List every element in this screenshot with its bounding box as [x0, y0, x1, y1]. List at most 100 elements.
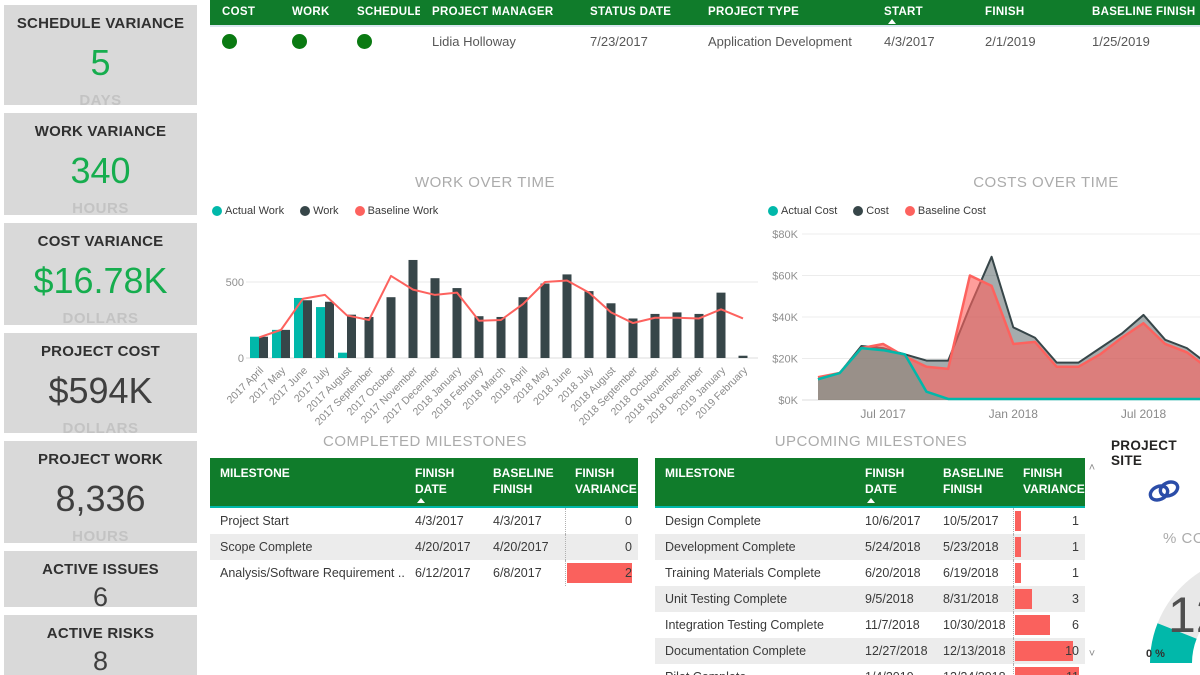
table-row[interactable]: Design Complete10/6/201710/5/20171 [655, 508, 1085, 534]
legend-item-baseline-cost[interactable]: Baseline Cost [905, 205, 986, 217]
variance-data-bar [1015, 589, 1032, 609]
baseline-finish-cell: 4/20/2017 [483, 534, 565, 560]
kpi-card-project-cost[interactable]: PROJECT COST $594K DOLLARS [4, 333, 197, 433]
upcoming-milestones-header: MILESTONE FINISHDATE BASELINEFINISH FINI… [655, 458, 1085, 508]
variance-data-bar [1015, 563, 1021, 583]
table-row[interactable]: Scope Complete4/20/20174/20/20170 [210, 534, 638, 560]
scroll-down-icon[interactable]: ˅ [1086, 648, 1098, 660]
table-row[interactable]: Documentation Complete12/27/201812/13/20… [655, 638, 1085, 664]
legend-item-actual-work[interactable]: Actual Work [212, 205, 284, 217]
column-header-baseline-finish[interactable]: BASELINEFINISH [933, 458, 1013, 506]
column-header-work[interactable]: WORK [280, 0, 345, 25]
milestone-cell: Project Start [210, 508, 405, 534]
table-row[interactable]: Unit Testing Complete9/5/20188/31/20183 [655, 586, 1085, 612]
table-row[interactable]: Training Materials Complete6/20/20186/19… [655, 560, 1085, 586]
finish-date-cell: 11/7/2018 [855, 612, 933, 638]
kpi-card-schedule-variance[interactable]: SCHEDULE VARIANCE 5 DAYS [4, 5, 197, 105]
finish-variance-cell: 1 [1013, 560, 1085, 586]
column-header-label: START [884, 6, 923, 18]
finish-variance-cell: 10 [1013, 638, 1085, 664]
kpi-title: ACTIVE ISSUES [4, 561, 197, 578]
table-row[interactable]: Analysis/Software Requirement ...6/12/20… [210, 560, 638, 586]
column-header-schedule[interactable]: SCHEDULE [345, 0, 420, 25]
column-header-project-manager[interactable]: PROJECT MANAGER [420, 0, 578, 25]
costs-chart-legend: Actual Cost Cost Baseline Cost [768, 205, 986, 217]
legend-item-cost[interactable]: Cost [853, 205, 889, 217]
kpi-value: 5 [4, 42, 197, 84]
column-header-finish[interactable]: FINISH [973, 0, 1080, 25]
finish-cell: 2/1/2019 [973, 27, 1080, 57]
kpi-unit: DAYS [4, 92, 197, 109]
column-header-status-date[interactable]: STATUS DATE [578, 0, 696, 25]
column-header-label: BASELINE [943, 466, 1004, 480]
costs-over-time-title: COSTS OVER TIME [766, 174, 1200, 191]
finish-variance-cell: 3 [1013, 586, 1085, 612]
legend-label: Cost [866, 205, 889, 217]
project-site-title: PROJECT SITE [1111, 438, 1200, 468]
kpi-card-work-variance[interactable]: WORK VARIANCE 340 HOURS [4, 113, 197, 215]
column-header-finish-variance[interactable]: FINISHVARIANCE [565, 458, 638, 506]
project-table-row[interactable]: Lidia Holloway 7/23/2017 Application Dev… [210, 27, 1200, 57]
finish-variance-value: 1 [1072, 566, 1079, 580]
costs-over-time-chart[interactable]: $0K$20K$40K$60K$80KJul 2017Jan 2018Jul 2… [766, 228, 1200, 428]
table-row[interactable]: Integration Testing Complete11/7/201810/… [655, 612, 1085, 638]
column-header-finish-variance[interactable]: FINISHVARIANCE [1013, 458, 1085, 506]
finish-variance-cell: 11 [1013, 664, 1085, 675]
svg-text:500: 500 [226, 277, 244, 289]
svg-text:$80K: $80K [772, 229, 798, 241]
table-row[interactable]: Development Complete5/24/20185/23/20181 [655, 534, 1085, 560]
kpi-card-active-issues[interactable]: ACTIVE ISSUES 6 [4, 551, 197, 607]
finish-variance-value: 1 [1072, 514, 1079, 528]
kpi-value: 8 [4, 646, 197, 675]
legend-label: Actual Work [225, 205, 284, 217]
cost-status-cell [210, 27, 280, 57]
column-header-label: FINISH [415, 466, 454, 480]
finish-date-cell: 12/27/2018 [855, 638, 933, 664]
variance-data-bar [1015, 615, 1050, 635]
work-over-time-chart[interactable]: 50002017 April2017 May2017 June2017 July… [210, 228, 760, 443]
column-header-label: MILESTONE [220, 466, 290, 480]
column-header-finish-date[interactable]: FINISHDATE [855, 458, 933, 506]
svg-text:$60K: $60K [772, 271, 798, 283]
kpi-card-cost-variance[interactable]: COST VARIANCE $16.78K DOLLARS [4, 223, 197, 325]
finish-variance-value: 1 [1072, 540, 1079, 554]
column-header-label: MILESTONE [665, 466, 735, 480]
gauge-min-label: 0 % [1146, 648, 1165, 660]
finish-date-cell: 5/24/2018 [855, 534, 933, 560]
column-header-project-type[interactable]: PROJECT TYPE [696, 0, 872, 25]
column-header-baseline-finish[interactable]: BASELINE FINISH [1080, 0, 1200, 25]
link-icon[interactable] [1146, 476, 1182, 506]
kpi-value: 6 [4, 582, 197, 613]
table-row[interactable]: Pilot Complete1/4/201912/24/201811 [655, 664, 1085, 675]
finish-variance-value: 10 [1065, 644, 1079, 658]
finish-variance-cell: 6 [1013, 612, 1085, 638]
legend-item-baseline-work[interactable]: Baseline Work [355, 205, 439, 217]
column-header-cost[interactable]: COST [210, 0, 280, 25]
table-row[interactable]: Project Start4/3/20174/3/20170 [210, 508, 638, 534]
column-header-baseline-finish[interactable]: BASELINEFINISH [483, 458, 565, 506]
column-header-milestone[interactable]: MILESTONE [210, 458, 405, 506]
upcoming-milestones-table: Design Complete10/6/201710/5/20171Develo… [655, 508, 1085, 675]
column-header-milestone[interactable]: MILESTONE [655, 458, 855, 506]
column-header-label: FINISH [493, 482, 532, 496]
baseline-finish-cell: 6/8/2017 [483, 560, 565, 586]
svg-text:$0K: $0K [778, 395, 798, 407]
column-header-finish-date[interactable]: FINISHDATE [405, 458, 483, 506]
finish-date-cell: 6/12/2017 [405, 560, 483, 586]
scroll-up-icon[interactable]: ˄ [1086, 462, 1098, 474]
svg-text:$20K: $20K [772, 354, 798, 366]
baseline-finish-cell: 10/30/2018 [933, 612, 1013, 638]
finish-variance-value: 0 [625, 514, 632, 528]
baseline-finish-cell: 4/3/2017 [483, 508, 565, 534]
legend-item-work[interactable]: Work [300, 205, 338, 217]
svg-text:Jul 2018: Jul 2018 [1121, 407, 1167, 421]
kpi-card-project-work[interactable]: PROJECT WORK 8,336 HOURS [4, 441, 197, 543]
milestone-cell: Pilot Complete [655, 664, 855, 675]
column-header-start[interactable]: START [872, 0, 973, 25]
green-status-dot-icon [292, 34, 307, 49]
kpi-title: PROJECT COST [4, 343, 197, 360]
finish-variance-value: 2 [625, 566, 632, 580]
legend-item-actual-cost[interactable]: Actual Cost [768, 205, 837, 217]
kpi-card-active-risks[interactable]: ACTIVE RISKS 8 [4, 615, 197, 675]
column-header-label: VARIANCE [575, 482, 637, 496]
